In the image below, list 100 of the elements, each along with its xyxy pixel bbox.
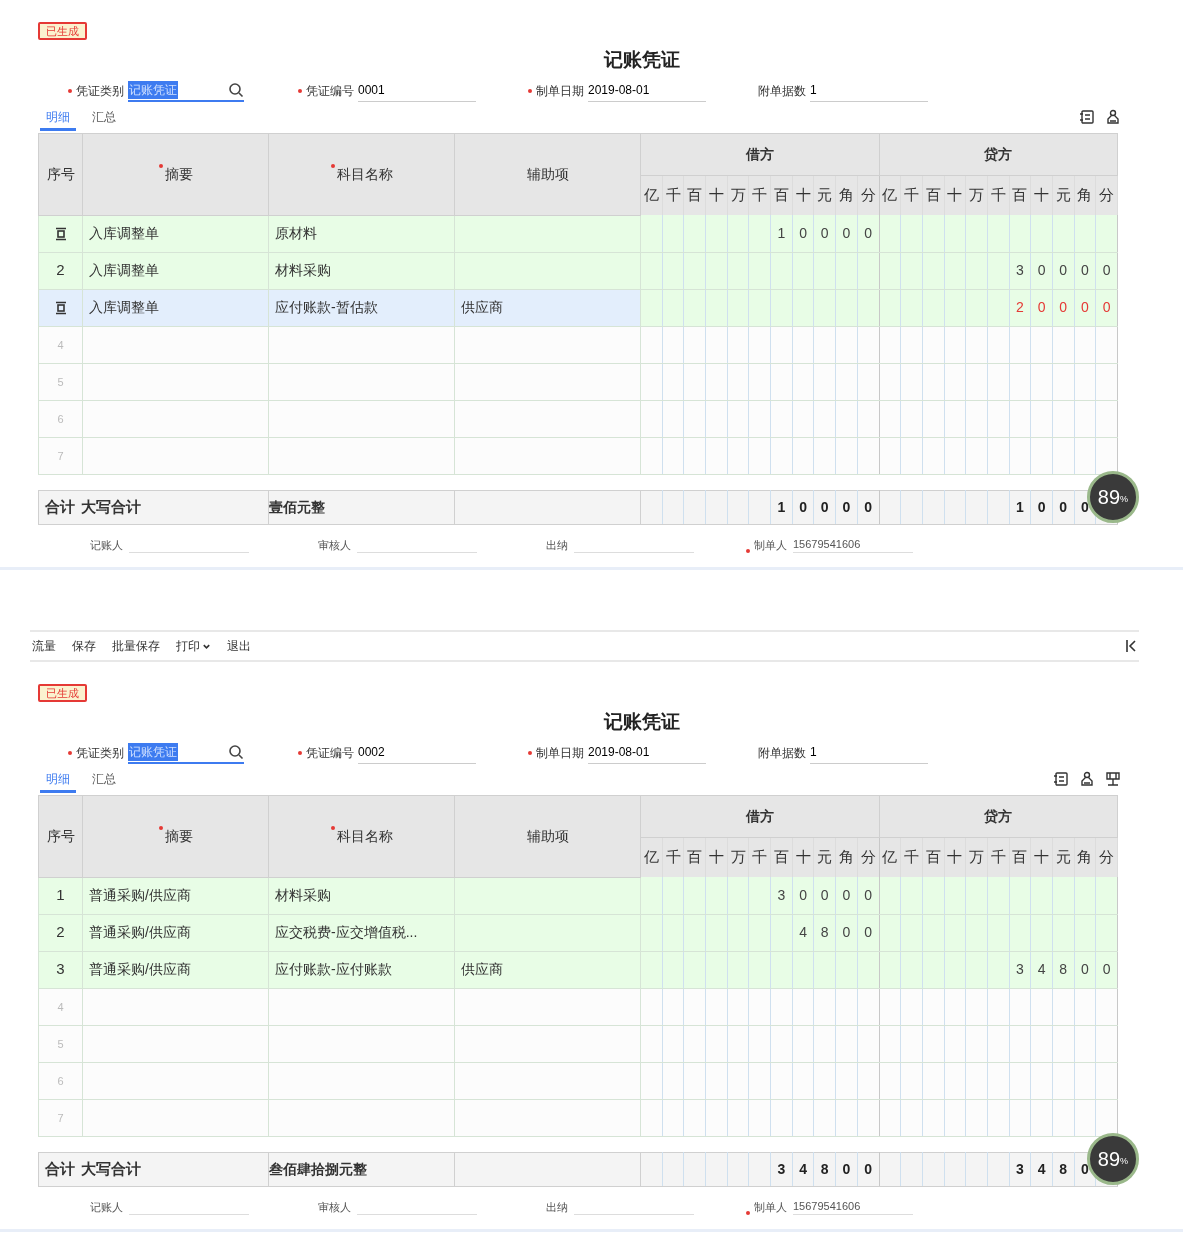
- input-field[interactable]: 0001: [358, 80, 476, 102]
- progress-badge: 89%: [1087, 471, 1139, 523]
- field-label: 附单据数: [758, 745, 806, 762]
- total-label: 合计: [45, 497, 75, 515]
- stamp-icon[interactable]: [1105, 108, 1121, 125]
- field-label: 附单据数: [758, 83, 806, 100]
- amount-digit: 2: [1016, 299, 1024, 315]
- voucher-title: 记账凭证: [603, 48, 680, 72]
- approve-icon[interactable]: [1105, 770, 1121, 787]
- amount-digit: 0: [1102, 961, 1111, 977]
- amount-digit: 4: [799, 1160, 807, 1177]
- row-number: 6: [57, 413, 64, 425]
- column-header: 摘要: [158, 165, 193, 182]
- unit-header: 角: [838, 186, 854, 203]
- search-icon[interactable]: [228, 743, 244, 760]
- status-badge: 已生成: [38, 22, 87, 40]
- unit-header: 百: [1012, 186, 1028, 203]
- amount-digit: 0: [1037, 299, 1046, 315]
- row-number: 1: [56, 886, 65, 904]
- unit-header: 分: [860, 848, 876, 865]
- amount-digit: 0: [842, 498, 851, 515]
- amount-in-words: 叁佰肆拾捌元整: [269, 1160, 367, 1177]
- stamp-icon[interactable]: [1079, 770, 1095, 787]
- toolbar-button[interactable]: 批量保存: [112, 637, 160, 655]
- toolbar-button[interactable]: 流量: [32, 637, 56, 655]
- amount-digit: 0: [1059, 299, 1068, 315]
- tab[interactable]: 明细: [40, 769, 76, 793]
- tab[interactable]: 明细: [40, 107, 76, 131]
- row-number: 6: [57, 1075, 64, 1087]
- unit-header: 元: [817, 186, 833, 203]
- amount-digit: 0: [1059, 498, 1068, 515]
- field-label: 凭证类别: [76, 745, 124, 762]
- table-cell: 供应商: [461, 299, 503, 315]
- voucher-title: 记账凭证: [603, 710, 680, 734]
- toolbar-button[interactable]: 退出: [227, 637, 251, 655]
- total-caption: 大写合计: [81, 497, 141, 515]
- table-cell: 普通采购/供应商: [89, 924, 191, 940]
- amount-digit: 0: [820, 224, 829, 241]
- list-icon[interactable]: [1079, 108, 1095, 125]
- signer-label: 出纳: [546, 537, 568, 553]
- input-field[interactable]: 15679541606: [793, 1199, 913, 1215]
- amount-in-words: 壹佰元整: [269, 498, 325, 515]
- amount-digit: 0: [799, 224, 807, 241]
- input-field[interactable]: 15679541606: [793, 537, 913, 553]
- field-label: 凭证编号: [306, 745, 354, 762]
- column-header: 科目名称: [330, 165, 393, 182]
- tab[interactable]: 汇总: [86, 107, 122, 131]
- toolbar-button[interactable]: 打印: [176, 637, 211, 655]
- list-icon[interactable]: [1053, 770, 1069, 787]
- amount-digit: 1: [777, 224, 786, 241]
- amount-digit: 0: [842, 886, 851, 903]
- unit-header: 元: [817, 848, 833, 865]
- unit-header: 分: [1099, 186, 1115, 203]
- table-cell: 材料采购: [275, 887, 331, 903]
- search-icon[interactable]: [228, 81, 244, 98]
- unit-header: 千: [990, 848, 1006, 865]
- amount-digit: 8: [1059, 1160, 1068, 1177]
- unit-header: 百: [687, 848, 703, 865]
- amount-digit: 0: [1059, 262, 1068, 278]
- input-field[interactable]: 2019-08-01: [588, 742, 706, 764]
- amount-digit: 0: [820, 498, 829, 515]
- input-field[interactable]: 2019-08-01: [588, 80, 706, 102]
- table-cell: 材料采购: [275, 262, 331, 278]
- unit-header: 十: [795, 848, 811, 865]
- unit-header: 角: [1077, 186, 1093, 203]
- amount-digit: 0: [1081, 1160, 1089, 1177]
- amount-digit: 3: [777, 886, 786, 903]
- column-header: 辅助项: [526, 827, 569, 844]
- unit-header: 角: [1077, 848, 1093, 865]
- unit-header: 万: [730, 186, 746, 203]
- row-number: 5: [57, 376, 64, 388]
- status-badge: 已生成: [38, 684, 87, 702]
- amount-digit: 4: [799, 924, 807, 940]
- insert-row-icon[interactable]: [53, 227, 68, 242]
- amount-digit: 3: [777, 1160, 786, 1177]
- row-number: 4: [57, 1001, 64, 1013]
- input-field[interactable]: 1: [810, 80, 928, 102]
- toolbar-button[interactable]: 保存: [72, 637, 96, 655]
- amount-digit: 4: [1037, 961, 1046, 977]
- amount-digit: 0: [1102, 262, 1111, 278]
- signer-label: 出纳: [546, 1199, 568, 1215]
- amount-digit: 0: [864, 498, 872, 515]
- field-label: 凭证类别: [76, 83, 124, 100]
- table-cell: 入库调整单: [89, 299, 159, 315]
- unit-header: 角: [838, 848, 854, 865]
- input-field[interactable]: 0002: [358, 742, 476, 764]
- insert-row-icon[interactable]: [53, 301, 68, 316]
- amount-digit: 3: [1016, 262, 1024, 278]
- unit-header: 元: [1055, 186, 1071, 203]
- row-number: 3: [56, 960, 65, 978]
- table-cell: 应交税费-应交增值税...: [275, 924, 418, 940]
- table-cell: 应付账款-应付账款: [275, 961, 392, 977]
- input-field[interactable]: 1: [810, 742, 928, 764]
- collapse-icon[interactable]: [1125, 639, 1137, 653]
- unit-header: 十: [1034, 186, 1050, 203]
- row-number: 2: [56, 261, 65, 279]
- tab[interactable]: 汇总: [86, 769, 122, 793]
- total-label: 合计: [45, 1159, 75, 1177]
- field-label: 制单日期: [536, 745, 584, 762]
- amount-digit: 0: [842, 224, 851, 241]
